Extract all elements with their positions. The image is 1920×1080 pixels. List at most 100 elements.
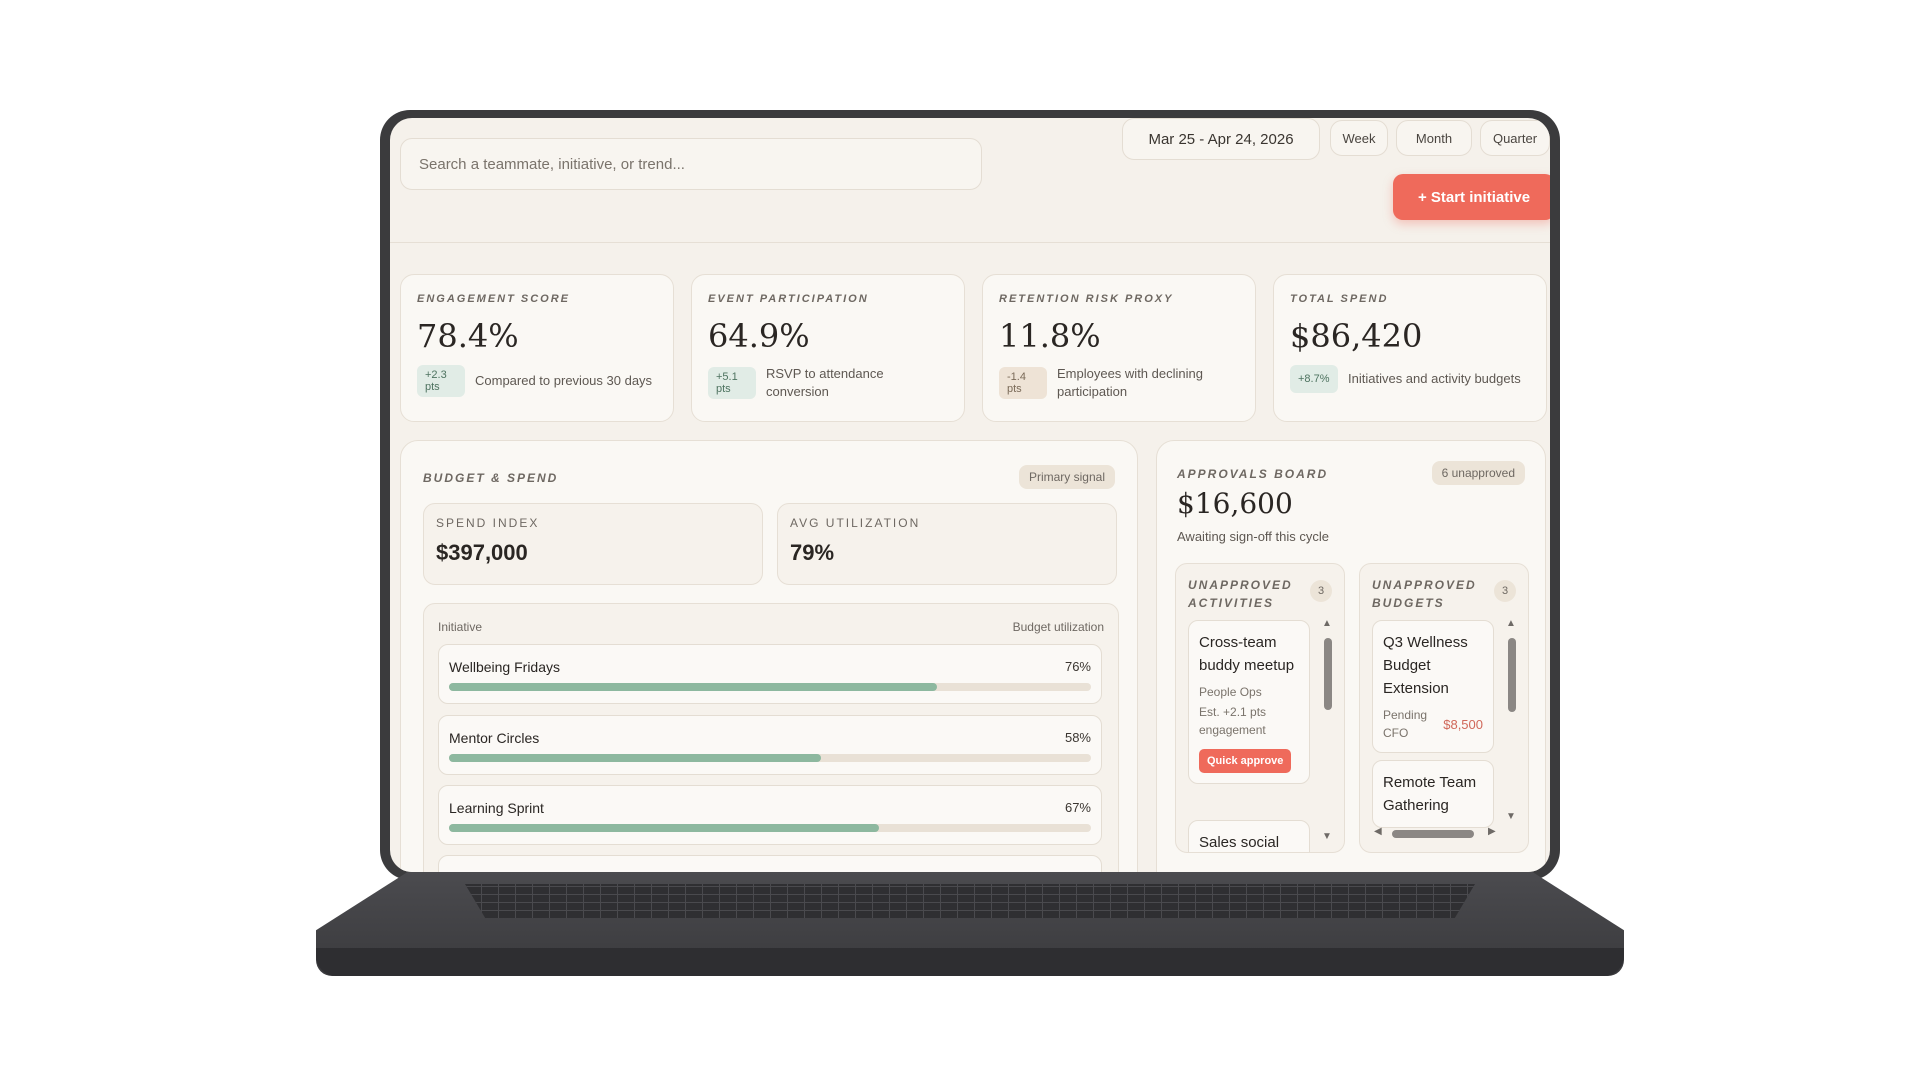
date-range-picker[interactable]: Mar 25 - Apr 24, 2026 <box>1122 118 1320 160</box>
kpi-description: Compared to previous 30 days <box>475 373 653 388</box>
stat-label: SPEND INDEX <box>436 516 540 530</box>
table-row[interactable]: Learning Sprint 67% <box>438 785 1102 845</box>
panel-title: APPROVALS BOARD <box>1177 467 1329 481</box>
column-header-utilization: Budget utilization <box>1012 620 1104 634</box>
stat-label: AVG UTILIZATION <box>790 516 921 530</box>
kpi-label: EVENT PARTICIPATION <box>708 293 869 305</box>
delta-unit: pts <box>716 383 731 395</box>
scrollbar-thumb[interactable] <box>1324 638 1332 710</box>
column-title: UNAPPROVED ACTIVITIES <box>1188 576 1293 612</box>
scroll-down-arrow-icon[interactable]: ▼ <box>1322 831 1332 842</box>
kpi-description: RSVP to attendance conversion <box>766 366 884 399</box>
kpi-description: Initiatives and activity budgets <box>1348 371 1521 386</box>
budget-title: Q3 Wellness Budget Extension <box>1383 634 1468 697</box>
kpi-card-participation: EVENT PARTICIPATION 64.9% +5.1 pts RSVP … <box>691 274 965 422</box>
budget-title: Remote Team Gathering <box>1383 774 1477 814</box>
kpi-value: 64.9% <box>708 317 810 355</box>
kpi-description: Employees with declining participation <box>1057 366 1203 399</box>
utilization-bar-track <box>449 824 1091 832</box>
stat-value: 79% <box>790 540 835 565</box>
kpi-delta-badge: +2.3 pts <box>417 365 465 397</box>
delta-value: +5.1 <box>716 371 738 383</box>
kpi-value: 78.4% <box>417 317 519 355</box>
budget-amount: $8,500 <box>1443 716 1483 732</box>
activity-impact: Est. +2.1 pts engagement <box>1199 705 1267 737</box>
table-row[interactable]: Wellbeing Fridays 76% <box>438 644 1102 704</box>
period-week-button[interactable]: Week <box>1330 120 1388 156</box>
kpi-label: TOTAL SPEND <box>1290 293 1389 305</box>
initiative-name: Wellbeing Fridays <box>449 659 561 675</box>
period-month-button[interactable]: Month <box>1396 120 1472 156</box>
column-count-badge: 3 <box>1310 580 1332 602</box>
budget-status: Pending CFO <box>1383 708 1428 740</box>
activity-title: Sales social <box>1199 834 1280 851</box>
unapproved-budgets-column: UNAPPROVED BUDGETS 3 Q3 Wellness Budget … <box>1359 563 1529 853</box>
kpi-delta-badge: +8.7% <box>1290 365 1338 393</box>
column-title-line: UNAPPROVED <box>1188 578 1293 592</box>
delta-value: -1.4 <box>1007 371 1026 383</box>
column-title: UNAPPROVED BUDGETS <box>1372 576 1477 612</box>
activities-scrollbar[interactable]: ▲ ▼ <box>1322 618 1332 842</box>
utilization-percent: 76% <box>1064 659 1091 674</box>
spend-index-card: SPEND INDEX $397,000 <box>423 503 763 585</box>
column-title-line: UNAPPROVED <box>1372 578 1477 592</box>
utilization-bar-fill <box>449 683 937 691</box>
scroll-up-arrow-icon[interactable]: ▲ <box>1322 618 1332 629</box>
laptop-keyboard <box>465 884 1475 918</box>
budget-card[interactable]: Q3 Wellness Budget Extension Pending CFO… <box>1372 620 1494 753</box>
activity-title: Cross-team buddy meetup <box>1199 634 1295 674</box>
utilization-bar-fill <box>449 754 822 762</box>
delta-value: +8.7% <box>1298 373 1330 385</box>
avg-utilization-card: AVG UTILIZATION 79% <box>777 503 1117 585</box>
budget-spend-panel: BUDGET & SPEND Primary signal SPEND INDE… <box>400 440 1138 872</box>
activity-team: People Ops <box>1199 685 1262 699</box>
utilization-bar-track <box>449 683 1091 691</box>
topbar-divider <box>390 242 1550 243</box>
search-placeholder: Search a teammate, initiative, or trend.… <box>419 155 685 173</box>
column-title-line: ACTIVITIES <box>1188 596 1275 610</box>
kpi-delta-badge: -1.4 pts <box>999 367 1047 399</box>
initiative-utilization-table: Initiative Budget utilization Wellbeing … <box>423 603 1119 872</box>
column-header-initiative: Initiative <box>438 620 483 634</box>
horizontal-scrollbar-thumb[interactable] <box>1392 830 1474 838</box>
table-row[interactable]: Mentor Circles 58% <box>438 715 1102 775</box>
unapproved-activities-column: UNAPPROVED ACTIVITIES 3 Cross-team buddy… <box>1175 563 1345 853</box>
approvals-subtitle: Awaiting sign-off this cycle <box>1177 529 1329 544</box>
kpi-delta-badge: +5.1 pts <box>708 367 756 399</box>
activity-card[interactable]: Sales social <box>1188 820 1310 852</box>
column-count-badge: 3 <box>1494 580 1516 602</box>
utilization-percent: 67% <box>1064 800 1091 815</box>
kpi-value: $86,420 <box>1290 317 1423 355</box>
scroll-up-arrow-icon[interactable]: ▲ <box>1506 618 1516 629</box>
budgets-scrollbar[interactable]: ▲ ▼ <box>1506 618 1516 822</box>
budget-card[interactable]: Remote Team Gathering <box>1372 760 1494 828</box>
quick-approve-button[interactable]: Quick approve <box>1199 749 1292 773</box>
panel-title: BUDGET & SPEND <box>423 471 559 485</box>
primary-signal-badge: Primary signal <box>1018 465 1115 489</box>
laptop-base-lip <box>316 948 1624 976</box>
kpi-value: 11.8% <box>999 317 1101 355</box>
approvals-amount: $16,600 <box>1177 487 1293 520</box>
stat-value: $397,000 <box>436 540 528 565</box>
kpi-label: RETENTION RISK PROXY <box>999 293 1174 305</box>
kpi-card-total-spend: TOTAL SPEND $86,420 +8.7% Initiatives an… <box>1273 274 1547 422</box>
period-quarter-button[interactable]: Quarter <box>1480 120 1550 156</box>
scrollbar-thumb[interactable] <box>1508 638 1516 712</box>
kpi-label: ENGAGEMENT SCORE <box>417 293 571 305</box>
start-initiative-button[interactable]: + Start initiative <box>1393 174 1550 220</box>
kpi-card-retention-risk: RETENTION RISK PROXY 11.8% -1.4 pts Empl… <box>982 274 1256 422</box>
search-input[interactable]: Search a teammate, initiative, or trend.… <box>400 138 982 190</box>
kpi-card-engagement: ENGAGEMENT SCORE 78.4% +2.3 pts Compared… <box>400 274 674 422</box>
activity-card[interactable]: Cross-team buddy meetup People Ops Est. … <box>1188 620 1310 784</box>
approvals-board-panel: APPROVALS BOARD 6 unapproved $16,600 Awa… <box>1156 440 1546 872</box>
scroll-left-arrow-icon[interactable]: ◀ <box>1374 826 1382 837</box>
scroll-right-arrow-icon[interactable]: ▶ <box>1488 826 1496 837</box>
app-screen: Search a teammate, initiative, or trend.… <box>390 118 1550 872</box>
initiative-name: Learning Sprint <box>449 800 544 816</box>
table-row-partial[interactable] <box>438 855 1102 872</box>
delta-unit: pts <box>1007 383 1022 395</box>
utilization-bar-fill <box>449 824 880 832</box>
delta-unit: pts <box>425 381 440 393</box>
utilization-percent: 58% <box>1064 730 1091 745</box>
scroll-down-arrow-icon[interactable]: ▼ <box>1506 811 1516 822</box>
